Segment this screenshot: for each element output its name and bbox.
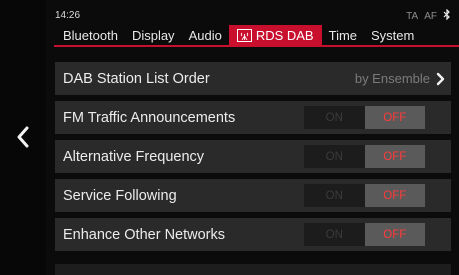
enhance-other-networks-toggle[interactable]: ON OFF [304,223,425,246]
fm-traffic-row: FM Traffic Announcements ON OFF [55,101,451,134]
tab-bluetooth[interactable]: Bluetooth [56,25,125,45]
alternative-frequency-row: Alternative Frequency ON OFF [55,140,451,173]
af-indicator: AF [424,10,437,22]
toggle-on[interactable]: ON [304,106,365,129]
chevron-right-icon [436,72,445,85]
toggle-on[interactable]: ON [304,223,365,246]
chevron-left-icon [17,126,29,148]
service-following-row: Service Following ON OFF [55,179,451,212]
tab-audio[interactable]: Audio [182,25,229,45]
toggle-on[interactable]: ON [304,184,365,207]
tab-time[interactable]: Time [322,25,364,45]
tab-label: Bluetooth [63,27,118,43]
toggle-off[interactable]: OFF [364,184,425,207]
tab-rds-dab[interactable]: RDS DAB [228,25,322,45]
enhance-other-networks-row: Enhance Other Networks ON OFF [55,218,451,251]
settings-tabs: Bluetooth Display Audio RDS DAB Time Sys… [56,25,457,45]
toggle-off[interactable]: OFF [364,145,425,168]
status-indicators: TA AF [406,8,451,23]
setting-label: Enhance Other Networks [63,226,225,243]
radio-antenna-icon [236,28,252,42]
service-following-toggle[interactable]: ON OFF [304,184,425,207]
dab-station-list-order-row[interactable]: DAB Station List Order by Ensemble [55,62,451,95]
settings-list: DAB Station List Order by Ensemble FM Tr… [55,62,451,257]
setting-value: by Ensemble [355,71,445,86]
tab-label: Display [131,27,175,43]
clock: 14:26 [55,10,81,21]
alternative-frequency-toggle[interactable]: ON OFF [304,145,425,168]
back-button[interactable] [0,104,46,170]
tab-label: Time [328,27,358,43]
tab-label: Audio [188,27,222,43]
dab-order-value: by Ensemble [354,71,430,86]
toggle-on[interactable]: ON [304,145,365,168]
tab-system[interactable]: System [364,25,421,45]
ta-indicator: TA [406,10,419,22]
tab-label: RDS DAB [255,27,314,43]
bluetooth-icon [443,8,451,23]
tab-display[interactable]: Display [125,25,182,45]
toggle-off[interactable]: OFF [364,223,425,246]
setting-label: DAB Station List Order [63,70,210,87]
tab-label: System [371,27,415,43]
tab-underline [54,45,459,47]
fm-traffic-toggle[interactable]: ON OFF [304,106,425,129]
setting-label: Alternative Frequency [63,148,205,165]
toggle-off[interactable]: OFF [364,106,425,129]
setting-label: Service Following [63,187,177,204]
setting-label: FM Traffic Announcements [63,109,236,126]
next-row-peek [55,264,451,275]
